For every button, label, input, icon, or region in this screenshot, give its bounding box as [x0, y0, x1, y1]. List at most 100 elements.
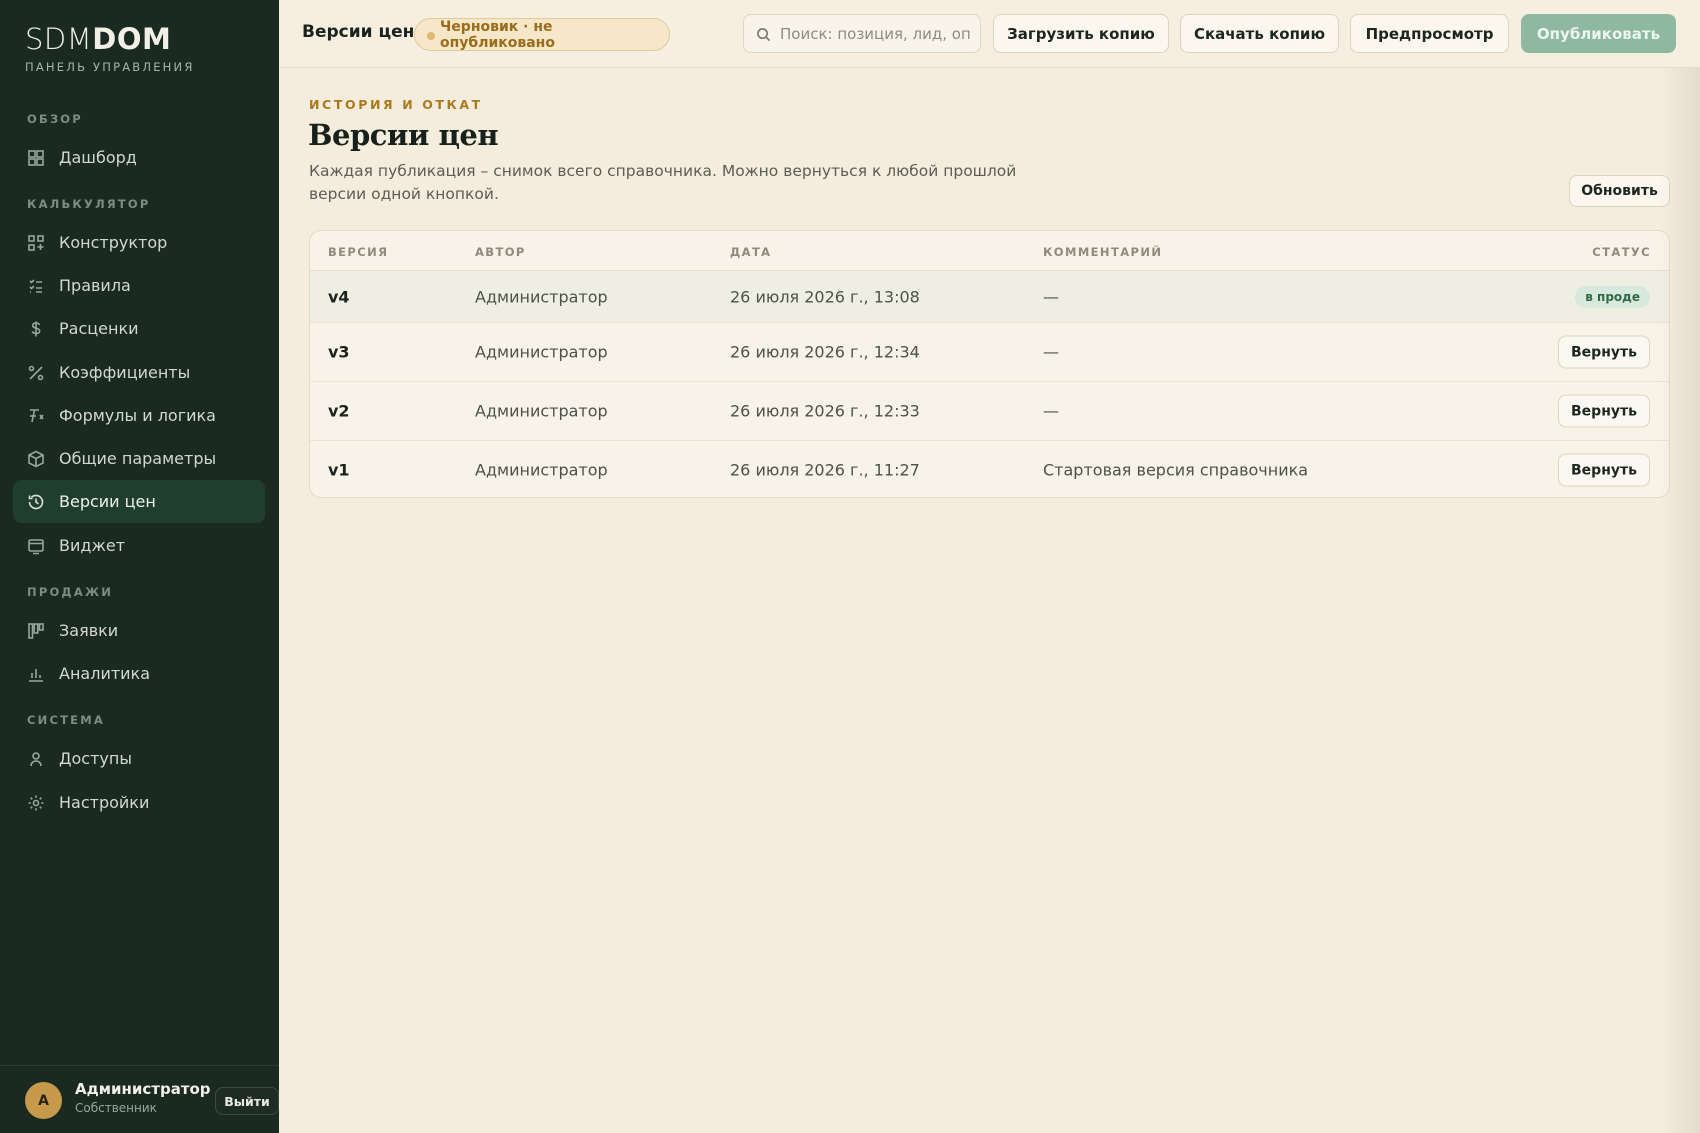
sidebar: SDMDOM ПАНЕЛЬ УПРАВЛЕНИЯ ОБЗОР Дашборд К…: [0, 0, 279, 1133]
sidebar-item-formulas[interactable]: Формулы и логика: [13, 394, 265, 437]
search-input[interactable]: [780, 24, 970, 43]
sidebar-item-constructor[interactable]: Конструктор: [13, 221, 265, 264]
sidebar-item-label: Заявки: [59, 621, 119, 640]
widget-icon: [27, 537, 45, 555]
sidebar-item-widget[interactable]: Виджет: [13, 524, 265, 567]
versions-table: ВЕРСИЯ АВТОР ДАТА КОММЕНТАРИЙ СТАТУС v4 …: [309, 230, 1670, 498]
brand-logo: SDMDOM: [25, 22, 172, 56]
gear-icon: [27, 794, 45, 812]
cell-author: Администратор: [475, 401, 608, 421]
sidebar-item-access[interactable]: Доступы: [13, 737, 265, 780]
section-sales: ПРОДАЖИ: [27, 585, 114, 599]
table-row: v2 Администратор 26 июля 2026 г., 12:33 …: [310, 382, 1669, 441]
cell-version: v1: [328, 460, 350, 480]
column-header-version: ВЕРСИЯ: [328, 245, 389, 259]
page-eyebrow: ИСТОРИЯ И ОТКАТ: [309, 97, 483, 112]
sidebar-item-general-params[interactable]: Общие параметры: [13, 437, 265, 480]
formula-icon: [27, 407, 45, 425]
user-role: Собственник: [75, 1101, 157, 1115]
box-icon: [27, 450, 45, 468]
sidebar-item-dashboard[interactable]: Дашборд: [13, 136, 265, 179]
search-icon: [757, 28, 771, 42]
production-status-badge: в проде: [1575, 285, 1650, 308]
revert-button[interactable]: Вернуть: [1558, 453, 1650, 487]
sidebar-item-price-versions[interactable]: Версии цен: [13, 480, 265, 523]
sidebar-item-requests[interactable]: Заявки: [13, 609, 265, 652]
topbar-title: Версии цен: [302, 22, 415, 42]
column-header-status: СТАТУС: [1592, 245, 1651, 259]
cell-date: 26 июля 2026 г., 12:33: [730, 401, 920, 421]
sidebar-item-label: Виджет: [59, 536, 126, 555]
logout-button[interactable]: Выйти: [215, 1087, 279, 1115]
cell-author: Администратор: [475, 460, 608, 480]
page-description: Каждая публикация – снимок всего справоч…: [309, 162, 1017, 203]
status-dot-icon: [427, 32, 435, 40]
refresh-button[interactable]: Обновить: [1569, 175, 1670, 207]
user-panel: А Администратор Собственник Выйти: [0, 1065, 279, 1133]
publish-button[interactable]: Опубликовать: [1521, 14, 1676, 53]
cell-date: 26 июля 2026 г., 11:27: [730, 460, 920, 480]
page-title: Версии цен: [308, 118, 499, 152]
kanban-icon: [27, 622, 45, 640]
history-icon: [27, 493, 45, 511]
sidebar-item-label: Правила: [59, 276, 131, 295]
table-header: ВЕРСИЯ АВТОР ДАТА КОММЕНТАРИЙ СТАТУС: [310, 231, 1669, 271]
rules-icon: [27, 277, 45, 295]
cell-comment: Стартовая версия справочника: [1043, 460, 1309, 480]
sidebar-item-label: Расценки: [59, 319, 139, 338]
sidebar-item-label: Настройки: [59, 793, 150, 812]
dashboard-icon: [27, 149, 45, 167]
cell-version: v4: [328, 287, 350, 306]
user-name: Администратор: [75, 1080, 211, 1098]
sidebar-item-label: Формулы и логика: [59, 406, 216, 425]
sidebar-item-analytics[interactable]: Аналитика: [13, 652, 265, 695]
column-header-author: АВТОР: [475, 245, 526, 259]
column-header-comment: КОММЕНТАРИЙ: [1043, 245, 1163, 259]
cell-comment: —: [1043, 401, 1059, 421]
table-row: v1 Администратор 26 июля 2026 г., 11:27 …: [310, 441, 1669, 497]
chart-icon: [27, 665, 45, 683]
sidebar-item-label: Версии цен: [59, 492, 156, 511]
column-header-date: ДАТА: [730, 245, 772, 259]
sidebar-item-coefficients[interactable]: Коэффициенты: [13, 351, 265, 394]
dollar-icon: [27, 320, 45, 338]
sidebar-item-label: Доступы: [59, 749, 132, 768]
topbar: Версии цен Черновик · не опубликовано За…: [279, 0, 1700, 68]
main-content: ИСТОРИЯ И ОТКАТ Версии цен Каждая публик…: [279, 68, 1700, 1133]
cell-comment: —: [1043, 342, 1059, 362]
percent-icon: [27, 364, 45, 382]
sidebar-item-settings[interactable]: Настройки: [13, 781, 265, 824]
table-row: v4 Администратор 26 июля 2026 г., 13:08 …: [310, 271, 1669, 323]
sidebar-item-rates[interactable]: Расценки: [13, 307, 265, 350]
avatar[interactable]: А: [25, 1082, 62, 1119]
sidebar-item-label: Аналитика: [59, 664, 151, 683]
cell-date: 26 июля 2026 г., 13:08: [730, 287, 920, 306]
revert-button[interactable]: Вернуть: [1558, 394, 1650, 428]
user-icon: [27, 750, 45, 768]
section-calculator: КАЛЬКУЛЯТОР: [27, 197, 151, 211]
cell-author: Администратор: [475, 287, 608, 306]
sidebar-item-rules[interactable]: Правила: [13, 264, 265, 307]
section-system: СИСТЕМА: [27, 713, 105, 727]
cell-version: v2: [328, 401, 350, 421]
upload-copy-button[interactable]: Загрузить копию: [993, 14, 1169, 53]
sidebar-item-label: Конструктор: [59, 233, 168, 252]
preview-button[interactable]: Предпросмотр: [1350, 14, 1509, 53]
draft-status-label: Черновик · не опубликовано: [440, 18, 555, 51]
sidebar-item-label: Коэффициенты: [59, 363, 191, 382]
constructor-icon: [27, 234, 45, 252]
cell-date: 26 июля 2026 г., 12:34: [730, 342, 920, 362]
brand-subtitle: ПАНЕЛЬ УПРАВЛЕНИЯ: [25, 60, 195, 74]
cell-author: Администратор: [475, 342, 608, 362]
cell-comment: —: [1043, 287, 1059, 306]
draft-status-badge: Черновик · не опубликовано: [414, 18, 670, 51]
cell-version: v3: [328, 342, 350, 362]
revert-button[interactable]: Вернуть: [1558, 335, 1650, 369]
sidebar-item-label: Дашборд: [59, 148, 137, 167]
download-copy-button[interactable]: Скачать копию: [1180, 14, 1339, 53]
brand[interactable]: SDMDOM ПАНЕЛЬ УПРАВЛЕНИЯ: [25, 22, 195, 74]
section-overview: ОБЗОР: [27, 112, 83, 126]
sidebar-item-label: Общие параметры: [59, 449, 217, 468]
search-box[interactable]: [743, 14, 981, 53]
table-row: v3 Администратор 26 июля 2026 г., 12:34 …: [310, 323, 1669, 382]
